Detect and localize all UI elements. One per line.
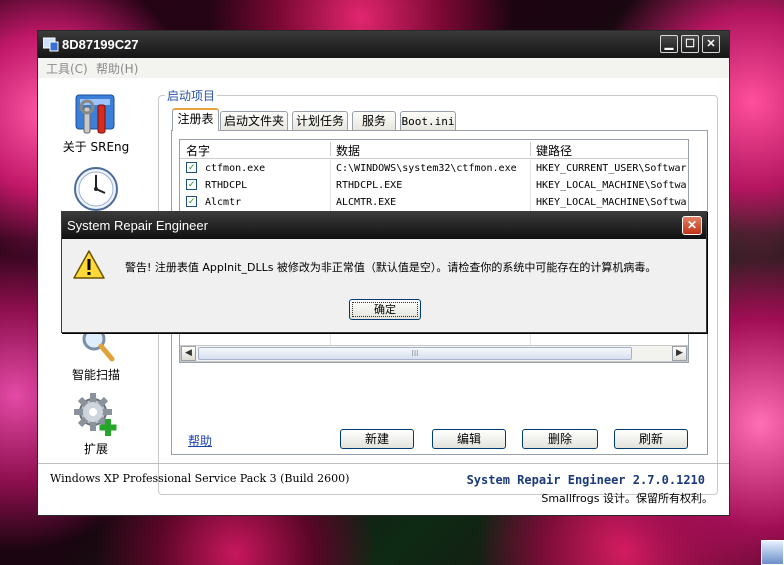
scroll-right-button[interactable]: ▶ <box>672 346 687 361</box>
warning-icon <box>73 250 105 279</box>
column-name[interactable]: 名字 <box>186 142 210 159</box>
tab-startup-folder[interactable]: 启动文件夹 <box>220 111 288 130</box>
nav-item-scan[interactable]: 智能扫描 <box>58 327 134 383</box>
os-version: Windows XP Professional Service Pack 3 (… <box>50 472 350 485</box>
nav-item-extend[interactable]: 扩展 <box>66 391 126 457</box>
tab-scheduled-tasks[interactable]: 计划任务 <box>292 111 348 130</box>
dialog-close-button[interactable]: ✕ <box>682 216 702 235</box>
dialog-title-bar[interactable]: System Repair Engineer ✕ <box>62 212 706 239</box>
new-button[interactable]: 新建 <box>340 429 414 449</box>
close-button[interactable]: ✕ <box>702 35 720 53</box>
nav-item-schedule[interactable] <box>68 165 124 216</box>
copyright-text: Smallfrogs 设计。保留所有权利。 <box>541 492 713 505</box>
nav-item-about[interactable]: 关于 SREng <box>56 89 136 155</box>
row-checkbox[interactable]: ✓ <box>186 196 197 207</box>
list-header: 名字 数据 键路径 <box>180 140 688 159</box>
horizontal-scrollbar[interactable]: ◀ III ▶ <box>180 345 688 362</box>
row-data: C:\WINDOWS\system32\ctfmon.exe <box>336 163 517 174</box>
nav-label-scan: 智能扫描 <box>71 368 120 382</box>
menu-help[interactable]: 帮助(H) <box>96 60 138 77</box>
minimize-button[interactable]: ▁ <box>660 35 678 53</box>
taskbar-app-icon[interactable] <box>761 540 784 565</box>
maximize-button[interactable]: ☐ <box>681 35 699 53</box>
scroll-thumb[interactable]: III <box>198 347 632 360</box>
row-path: HKEY_LOCAL_MACHINE\Softwa <box>536 197 687 208</box>
menu-bar: 工具(C) 帮助(H) <box>38 58 729 78</box>
ok-button[interactable]: 确定 <box>349 299 421 320</box>
help-link[interactable]: 帮助 <box>188 432 212 449</box>
tools-icon <box>75 94 115 134</box>
status-divider <box>38 463 729 464</box>
tab-registry[interactable]: 注册表 <box>172 108 219 131</box>
title-bar[interactable]: 8D87199C27 ▁ ☐ ✕ <box>38 31 729 58</box>
row-checkbox[interactable]: ✓ <box>186 179 197 190</box>
gear-plus-icon <box>74 393 117 436</box>
column-path[interactable]: 键路径 <box>536 142 572 159</box>
nav-label-extend: 扩展 <box>83 442 108 456</box>
warning-dialog: System Repair Engineer ✕ 警告! 注册表值 AppIni… <box>61 211 707 333</box>
row-data: RTHDCPL.EXE <box>336 180 403 191</box>
window-title: 8D87199C27 <box>62 37 139 52</box>
product-version: System Repair Engineer 2.7.0.1210 <box>466 473 705 487</box>
scroll-left-button[interactable]: ◀ <box>181 346 196 361</box>
row-path: HKEY_CURRENT_USER\Softwar <box>536 163 687 174</box>
table-row[interactable]: ✓ Alcmtr ALCMTR.EXE HKEY_LOCAL_MACHINE\S… <box>180 194 688 211</box>
nav-label-about: 关于 SREng <box>62 140 130 154</box>
tab-boot-ini[interactable]: Boot.ini <box>400 111 456 130</box>
app-icon <box>43 37 59 52</box>
clock-icon <box>74 167 118 211</box>
group-label: 启动项目 <box>165 87 218 104</box>
dialog-message: 警告! 注册表值 AppInit_DLLs 被修改为非正常值（默认值是空）。请检… <box>125 261 657 274</box>
table-row[interactable]: ✓ ctfmon.exe C:\WINDOWS\system32\ctfmon.… <box>180 160 688 177</box>
magnifier-icon <box>82 327 115 362</box>
delete-button[interactable]: 删除 <box>522 429 598 449</box>
row-data: ALCMTR.EXE <box>336 197 397 208</box>
row-name: Alcmtr <box>205 197 242 208</box>
dialog-title: System Repair Engineer <box>67 218 208 233</box>
row-name: RTHDCPL <box>205 180 248 191</box>
column-data[interactable]: 数据 <box>336 142 360 159</box>
refresh-button[interactable]: 刷新 <box>614 429 688 449</box>
menu-tools[interactable]: 工具(C) <box>46 60 88 77</box>
edit-button[interactable]: 编辑 <box>432 429 506 449</box>
row-checkbox[interactable]: ✓ <box>186 162 197 173</box>
tab-services[interactable]: 服务 <box>352 111 396 130</box>
table-row[interactable]: ✓ RTHDCPL RTHDCPL.EXE HKEY_LOCAL_MACHINE… <box>180 177 688 194</box>
row-name: ctfmon.exe <box>205 163 266 174</box>
row-path: HKEY_LOCAL_MACHINE\Softwa <box>536 180 687 191</box>
